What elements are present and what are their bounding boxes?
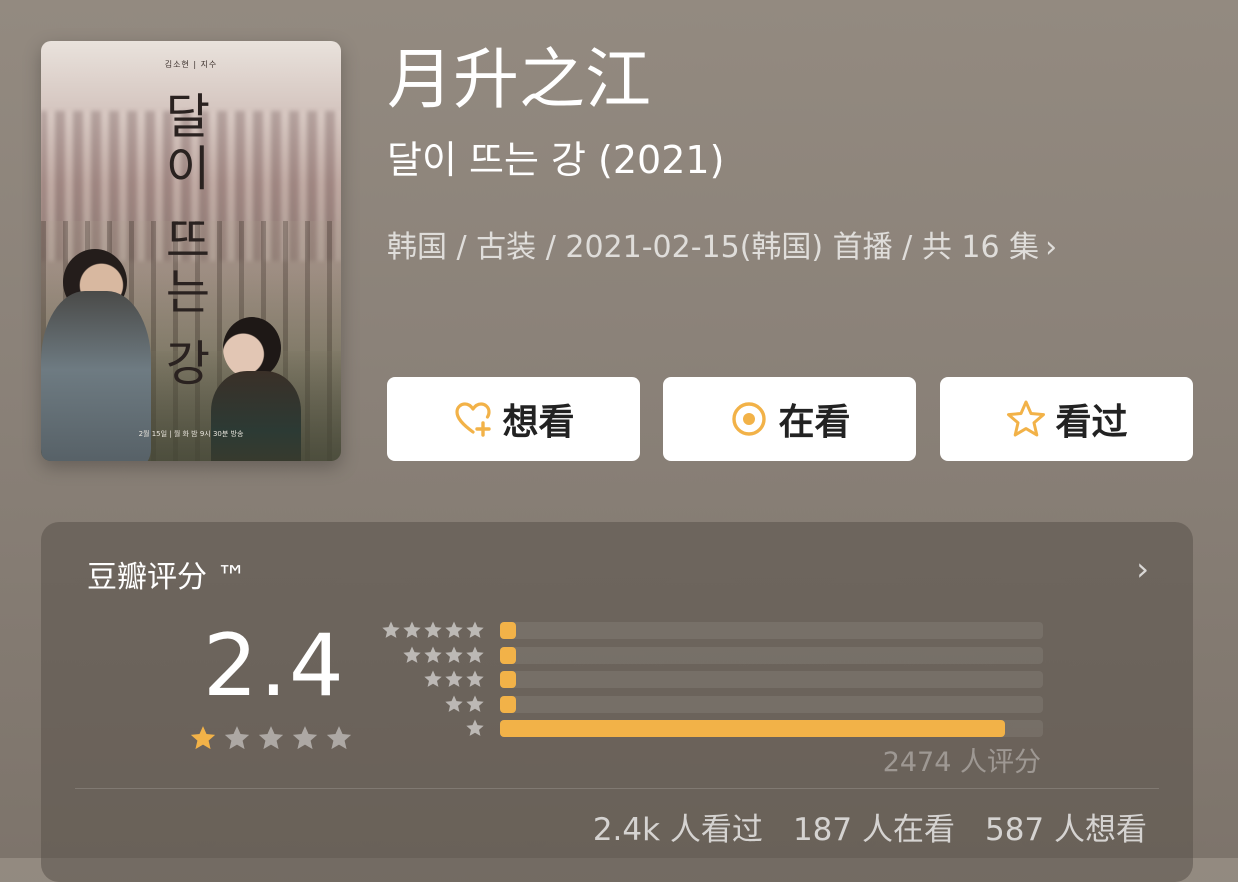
poster-figure-right	[211, 371, 301, 461]
poster-bottom-credit: 2월 15일 | 월 화 밤 9시 30분 방송	[138, 430, 244, 438]
star-icon	[445, 646, 463, 663]
rating-card[interactable]: 豆瓣评分 ™ › 2.4 2474 人评分 2.4k 人看过 187 人在看 5…	[41, 522, 1193, 882]
star-icon	[403, 646, 421, 663]
star-icon	[466, 646, 484, 663]
row-stars	[379, 718, 485, 738]
star-empty-icon	[292, 726, 318, 750]
star-icon	[466, 670, 484, 687]
rating-bar-fill	[500, 646, 517, 664]
poster-image[interactable]: 김소현 | 지수 달이 뜨는 강 2월 15일 | 월 화 밤 9시 30분 방…	[41, 41, 341, 461]
rating-row-2-star	[379, 694, 1043, 714]
rating-bar-fill	[500, 695, 517, 713]
row-stars	[379, 694, 485, 714]
star-icon	[424, 670, 442, 687]
star-icon	[445, 621, 463, 638]
rating-label: 豆瓣评分 ™	[87, 560, 247, 595]
star-icon	[466, 719, 484, 736]
star-icon	[466, 695, 484, 712]
rating-bar-track	[500, 646, 1043, 664]
rating-bar-track	[500, 671, 1043, 688]
chevron-right-icon: ›	[1045, 230, 1058, 265]
rating-row-4-star	[379, 645, 1043, 665]
chevron-right-icon: ›	[1136, 550, 1149, 588]
rating-row-3-star	[379, 669, 1043, 689]
star-icon	[424, 621, 442, 638]
info-line[interactable]: 韩国 / 古装 / 2021-02-15(韩国) 首播 / 共 16 集 ›	[387, 222, 1057, 266]
star-icon	[466, 621, 484, 638]
row-stars	[379, 669, 485, 689]
stat-watched[interactable]: 2.4k 人看过	[593, 804, 763, 849]
heart-plus-icon	[455, 402, 492, 437]
want-label: 想看	[502, 402, 575, 443]
row-stars	[379, 620, 485, 640]
star-icon	[445, 670, 463, 687]
poster-figure-right-head	[223, 317, 281, 379]
target-circle-icon	[732, 402, 767, 436]
watching-label: 在看	[778, 402, 851, 443]
poster-korean-title: 달이 뜨는 강	[155, 91, 211, 390]
rating-row-5-star	[379, 620, 1043, 640]
star-empty-icon	[326, 726, 352, 750]
watched-label: 看过	[1055, 402, 1128, 443]
rating-score: 2.4	[203, 616, 346, 716]
divider	[75, 788, 1159, 789]
rating-bar-track	[500, 720, 1043, 737]
rating-row-1-star	[379, 718, 1043, 738]
rating-bar-fill	[500, 671, 517, 688]
score-stars	[189, 724, 353, 752]
watching-button[interactable]: 在看	[663, 377, 916, 461]
page-title: 月升之江	[387, 41, 651, 118]
watched-button[interactable]: 看过	[940, 377, 1193, 461]
row-stars	[379, 645, 485, 665]
audience-stats: 2.4k 人看过 187 人在看 587 人想看	[593, 804, 1147, 849]
stat-want[interactable]: 587 人想看	[985, 804, 1147, 849]
stat-watching[interactable]: 187 人在看	[793, 804, 955, 849]
want-button[interactable]: 想看	[387, 377, 640, 461]
star-icon	[403, 621, 421, 638]
rating-count: 2474 人评分	[882, 747, 1041, 778]
rating-bar-fill	[500, 622, 517, 639]
star-empty-icon	[258, 726, 284, 750]
rating-bar-fill	[500, 720, 1005, 737]
rating-bar-track	[500, 622, 1043, 639]
poster-top-credit: 김소현 | 지수	[164, 60, 218, 69]
star-icon	[382, 621, 400, 638]
star-filled-icon	[190, 726, 216, 750]
star-empty-icon	[224, 726, 250, 750]
original-title: 달이 뜨는 강 (2021)	[387, 138, 725, 182]
star-outline-icon	[1007, 400, 1046, 437]
star-icon	[424, 646, 442, 663]
rating-bar-track	[500, 695, 1043, 713]
star-icon	[445, 695, 463, 712]
info-text: 韩国 / 古装 / 2021-02-15(韩国) 首播 / 共 16 集	[387, 230, 1040, 265]
